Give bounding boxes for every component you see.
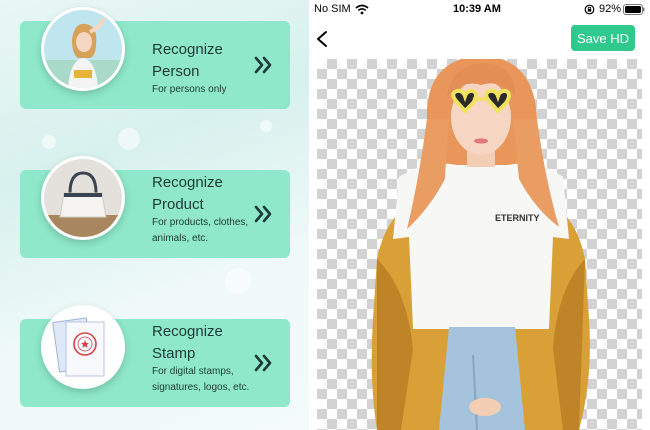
rotation-lock-icon <box>584 4 595 15</box>
editor-toolbar: Save HD <box>309 20 650 58</box>
background-bokeh <box>42 135 56 149</box>
card-title-line: Product <box>152 196 204 213</box>
double-chevron-right-icon[interactable] <box>254 204 272 224</box>
clock: 10:39 AM <box>453 3 501 15</box>
card-description: For products, clothes, animals, etc. <box>152 217 249 244</box>
recognize-product-card[interactable]: Recognize Product For products, clothes,… <box>20 156 290 258</box>
recognize-stamp-card[interactable]: Recognize Stamp For digital stamps, sign… <box>20 305 290 407</box>
image-editor-screen: No SIM 10:39 AM 92% Save HD ETERNITY <box>309 0 650 430</box>
battery-icon <box>623 4 645 15</box>
card-title: Recognize Stamp <box>152 321 262 365</box>
handbag-photo-icon <box>41 156 125 240</box>
double-chevron-right-icon[interactable] <box>254 353 272 373</box>
double-chevron-right-icon[interactable] <box>254 55 272 75</box>
carrier-label: No SIM <box>314 3 351 15</box>
card-title-line: Recognize <box>152 323 223 340</box>
recognize-person-card[interactable]: Recognize Person For persons only <box>20 7 290 109</box>
card-description: For persons only <box>152 84 227 95</box>
card-title-line: Person <box>152 63 200 80</box>
card-description: For digital stamps, signatures, logos, e… <box>152 366 250 393</box>
card-title-line: Recognize <box>152 174 223 191</box>
stamp-photo-icon <box>41 305 125 389</box>
person-photo-icon <box>41 7 125 91</box>
shirt-print-text: ETERNITY <box>495 213 540 223</box>
battery-percent: 92% <box>599 3 622 15</box>
card-title-line: Recognize <box>152 41 223 58</box>
card-title-line: Stamp <box>152 345 196 362</box>
person-cutout-image: ETERNITY <box>371 59 590 430</box>
status-bar: No SIM 10:39 AM 92% <box>309 0 650 20</box>
wifi-icon <box>355 4 369 15</box>
card-title: Recognize Person <box>152 39 262 83</box>
background-bokeh <box>118 128 140 150</box>
feature-menu-panel: Recognize Person For persons only Recogn… <box>0 0 309 430</box>
background-bokeh <box>260 120 272 132</box>
card-title: Recognize Product <box>152 172 262 216</box>
back-chevron-icon[interactable] <box>315 30 329 48</box>
save-hd-button[interactable]: Save HD <box>571 25 635 51</box>
transparent-canvas[interactable]: ETERNITY <box>317 59 642 430</box>
background-bokeh <box>225 268 251 294</box>
